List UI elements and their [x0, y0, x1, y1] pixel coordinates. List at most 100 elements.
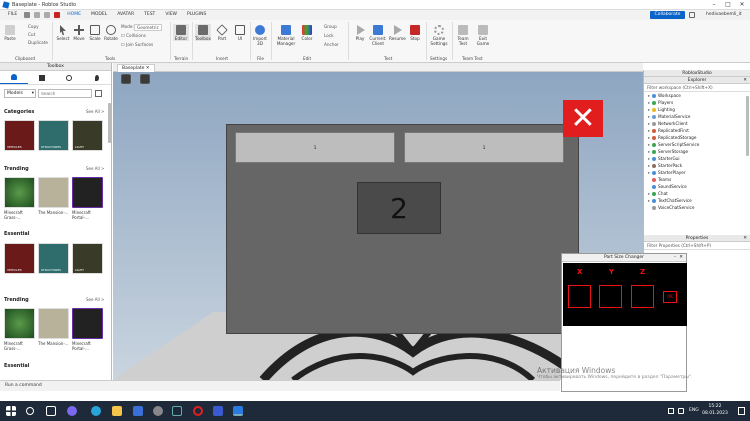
resume-button[interactable]: Resume: [389, 24, 406, 41]
select-tool-button[interactable]: Select: [55, 24, 71, 41]
scale-tool-button[interactable]: Scale: [87, 24, 103, 41]
volume-tray-icon[interactable]: [678, 408, 684, 414]
model-minecraft-portal[interactable]: [72, 177, 103, 208]
stop-button[interactable]: Stop: [407, 24, 423, 41]
category-vehicles[interactable]: VEHICLES: [4, 120, 35, 151]
taskbar-language[interactable]: ENG: [689, 408, 699, 413]
roblox-studio-active-icon[interactable]: [233, 406, 243, 416]
game-settings-button[interactable]: Game Settings: [430, 24, 448, 46]
menu-plugins[interactable]: PLUGINS: [182, 10, 211, 20]
category-structures[interactable]: STRUCTURES: [38, 243, 69, 274]
settings-icon[interactable]: [153, 406, 163, 416]
toolbox-scrollbar[interactable]: [108, 103, 111, 143]
models-dropdown[interactable]: Models ▾: [4, 89, 36, 98]
save-icon[interactable]: [24, 12, 31, 18]
copy-button[interactable]: Copy: [28, 23, 39, 30]
play-button[interactable]: Play: [352, 24, 368, 41]
task-view-icon[interactable]: [46, 406, 56, 416]
see-all-link[interactable]: See All >: [86, 297, 104, 302]
paste-button[interactable]: Paste: [2, 24, 18, 41]
tree-item-serverstorage[interactable]: ▸ ServerStorage: [648, 148, 688, 155]
collisions-checkbox[interactable]: ☐ Collisions: [121, 32, 146, 39]
tree-item-materialservice[interactable]: ▸ MaterialService: [648, 113, 691, 120]
search-icon[interactable]: [26, 407, 34, 415]
tree-item-textchatservice[interactable]: ▸ TextChatService: [648, 197, 692, 204]
category-light[interactable]: LIGHT: [72, 243, 103, 274]
tab-marketplace[interactable]: [0, 71, 28, 84]
lock-button[interactable]: Lock: [324, 32, 334, 39]
group-button[interactable]: Group: [324, 23, 337, 30]
model-minecraft-portal[interactable]: [72, 308, 103, 339]
toolbox-button[interactable]: Toolbox: [195, 24, 211, 41]
tree-item-voicechatservice[interactable]: VoiceChatService: [648, 204, 694, 211]
cut-button[interactable]: Cut: [28, 31, 35, 38]
category-structures[interactable]: STRUCTURES: [38, 120, 69, 151]
join-surfaces-checkbox[interactable]: ☐ Join Surfaces: [121, 41, 153, 48]
move-tool-button[interactable]: Move: [71, 24, 87, 41]
terrain-editor-button[interactable]: Editor: [173, 24, 189, 41]
model-the-mansion[interactable]: [38, 177, 69, 208]
close-panel-icon[interactable]: ✕: [743, 235, 747, 242]
tab-baseplate[interactable]: Baseplate ✕: [117, 64, 155, 72]
color-button[interactable]: Color: [299, 24, 315, 41]
tree-item-players[interactable]: ▸ Players: [648, 99, 673, 106]
filter-icon[interactable]: [95, 90, 102, 97]
record-icon[interactable]: [54, 12, 61, 18]
gui-close-button[interactable]: ✕: [563, 100, 603, 137]
tree-item-chat[interactable]: ▸ Chat: [648, 190, 668, 197]
size-z-input[interactable]: [631, 285, 654, 308]
rotate-tool-button[interactable]: Rotate: [103, 24, 119, 41]
store-icon[interactable]: [133, 406, 143, 416]
minimize-window-icon[interactable]: –: [674, 254, 676, 262]
gui-button-left[interactable]: 1: [235, 132, 395, 163]
tree-item-lighting[interactable]: ▸ Lighting: [648, 106, 675, 113]
tree-item-networkclient[interactable]: ▸ NetworkClient: [648, 120, 688, 127]
close-panel-icon[interactable]: ✕: [743, 77, 747, 84]
username-label[interactable]: hedivaebemli_it: [706, 12, 742, 17]
duplicate-button[interactable]: Duplicate: [28, 39, 48, 46]
tree-item-workspace[interactable]: ▸ Workspace: [648, 92, 681, 99]
tab-recent[interactable]: [56, 71, 84, 84]
import-3d-button[interactable]: Import 3D: [252, 24, 268, 46]
ui-button[interactable]: UI: [232, 24, 248, 41]
current-client-button[interactable]: Current: Client: [369, 24, 387, 46]
command-bar-input[interactable]: Run a command: [0, 380, 560, 391]
edge-icon[interactable]: [91, 406, 101, 416]
tab-inventory[interactable]: [28, 71, 56, 84]
tree-item-starterpack[interactable]: ▸ StarterPack: [648, 162, 682, 169]
viewport-icon-2[interactable]: [140, 74, 150, 84]
tree-item-startergui[interactable]: ▸ StarterGui: [648, 155, 680, 162]
menu-view[interactable]: VIEW: [160, 10, 182, 20]
tab-creations[interactable]: [83, 71, 111, 84]
tree-item-starterplayer[interactable]: ▸ StarterPlayer: [648, 169, 686, 176]
explorer-scrollbar[interactable]: [746, 96, 749, 156]
toolbox-search-input[interactable]: [38, 89, 92, 98]
exit-game-button[interactable]: Exit Game: [475, 24, 491, 46]
properties-filter-input[interactable]: Filter Properties (Ctrl+Shift+P): [644, 242, 750, 250]
viewport-icon-1[interactable]: [121, 74, 131, 84]
tree-item-replicatedfirst[interactable]: ▸ ReplicatedFirst: [648, 127, 689, 134]
roblox-studio-taskbar-icon[interactable]: [213, 406, 223, 416]
undo-icon[interactable]: [34, 12, 41, 18]
gui-button-right[interactable]: 1: [404, 132, 564, 163]
category-light[interactable]: LIGHT: [72, 120, 103, 151]
menu-avatar[interactable]: AVATAR: [112, 10, 139, 20]
menu-file[interactable]: FILE: [3, 10, 22, 20]
part-button[interactable]: Part: [214, 24, 230, 41]
size-y-input[interactable]: [599, 285, 622, 308]
taskbar-clock[interactable]: 15:22 08.01.2023: [700, 403, 730, 417]
share-icon[interactable]: [689, 12, 695, 18]
maximize-button[interactable]: □: [722, 1, 734, 9]
chat-app-icon[interactable]: [67, 406, 77, 416]
see-all-link[interactable]: See All >: [86, 166, 104, 171]
see-all-link[interactable]: See All >: [86, 109, 104, 114]
team-test-button[interactable]: Team Test: [455, 24, 471, 46]
close-window-icon[interactable]: ✕: [679, 254, 683, 262]
menu-test[interactable]: TEST: [139, 10, 160, 20]
redo-icon[interactable]: [44, 12, 51, 18]
notification-icon[interactable]: [738, 407, 745, 415]
anchor-button[interactable]: Anchor: [324, 41, 339, 48]
windows-start-icon[interactable]: [6, 406, 16, 416]
category-vehicles[interactable]: VEHICLES: [4, 243, 35, 274]
tree-item-replicatedstorage[interactable]: ▸ ReplicatedStorage: [648, 134, 696, 141]
